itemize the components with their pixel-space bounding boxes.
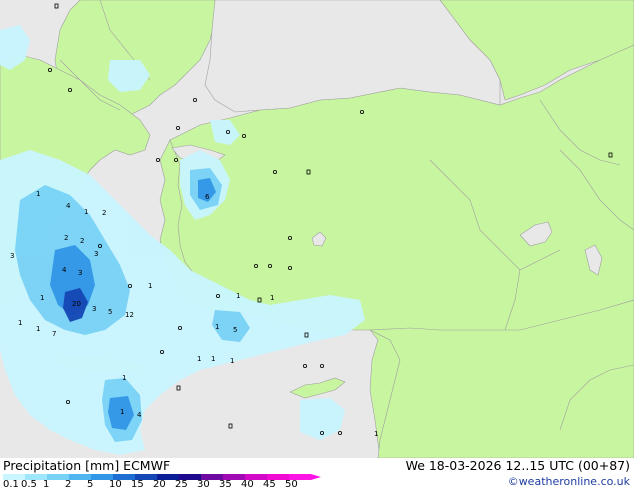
- map-title: Precipitation [mm] ECMWF: [3, 458, 171, 473]
- map-value-label: 12: [125, 311, 134, 319]
- legend-label: 0.5: [21, 479, 37, 490]
- legend-label: 35: [219, 479, 232, 490]
- map-value-label: 1: [215, 323, 219, 331]
- credit-link[interactable]: ©weatheronline.co.uk: [508, 475, 630, 488]
- map-value-label: 3: [92, 305, 96, 313]
- forecast-datetime: We 18-03-2026 12..15 UTC (00+87): [405, 458, 630, 473]
- map-value-label: 5: [108, 308, 112, 316]
- legend-label: 0.1: [3, 479, 19, 490]
- map-value-label: 7: [52, 330, 56, 338]
- map-value-label: 1: [18, 319, 22, 327]
- map-value-label: 6: [205, 193, 210, 201]
- map-value-label: 2: [64, 234, 68, 242]
- legend-label: 2: [65, 479, 72, 490]
- map-value-label: 1: [236, 292, 240, 300]
- map-value-label: 1: [40, 294, 44, 302]
- map-value-label: 1: [36, 190, 40, 198]
- map-value-label: 4: [62, 266, 67, 274]
- map-value-label: 1: [36, 325, 40, 333]
- legend-label: 10: [109, 479, 122, 490]
- map-value-label: 1: [270, 294, 274, 302]
- legend-label: 50: [285, 479, 298, 490]
- legend-label: 45: [263, 479, 276, 490]
- map-value-label: 2: [102, 209, 106, 217]
- precipitation-map: 4 1 2 2 2 4 3 20 3 5 12 7 1 1 5 1 1 1 1 …: [0, 0, 634, 458]
- map-value-label: 1: [374, 430, 378, 438]
- legend-label: 15: [131, 479, 144, 490]
- map-value-label: 4: [137, 411, 142, 419]
- map-value-label: 3: [78, 269, 82, 277]
- legend-label: 40: [241, 479, 254, 490]
- map-value-label: 1: [120, 408, 124, 416]
- legend-label: 30: [197, 479, 210, 490]
- map-value-label: 5: [233, 326, 237, 334]
- map-value-label: 1: [84, 208, 88, 216]
- legend-label: 20: [153, 479, 166, 490]
- footer: Precipitation [mm] ECMWF We 18-03-2026 1…: [0, 458, 634, 490]
- map-value-label: 3: [94, 250, 98, 258]
- map-value-label: 3: [10, 252, 14, 260]
- legend-label: 5: [87, 479, 94, 490]
- map-canvas: 4 1 2 2 2 4 3 20 3 5 12 7 1 1 5 1 1 1 1 …: [0, 0, 634, 458]
- map-value-label: 1: [197, 355, 201, 363]
- legend-labels: 0.1 0.5 1 2 5 10 15 20 25 30 35 40 45 50: [0, 480, 340, 490]
- map-value-label: 2: [80, 237, 84, 245]
- map-value-label: 20: [72, 300, 81, 308]
- map-value-label: 4: [66, 202, 71, 210]
- map-value-label: 1: [122, 374, 126, 382]
- legend-label: 1: [43, 479, 50, 490]
- map-value-label: 1: [148, 282, 152, 290]
- map-value-label: 1: [211, 355, 215, 363]
- map-value-label: 1: [230, 357, 234, 365]
- legend-label: 25: [175, 479, 188, 490]
